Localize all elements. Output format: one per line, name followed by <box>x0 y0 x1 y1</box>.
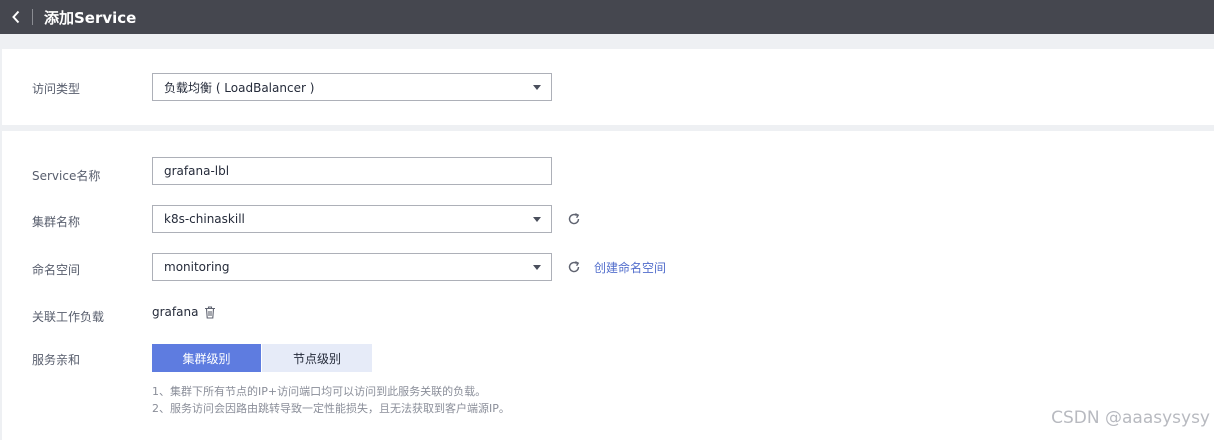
service-name-input[interactable]: grafana-lbl <box>152 157 552 185</box>
namespace-select[interactable]: monitoring <box>152 253 552 281</box>
top-bar: 添加Service <box>0 0 1214 34</box>
affinity-hint-1: 1、集群下所有节点的IP+访问端口均可以访问到此服务关联的负载。 <box>152 385 487 398</box>
refresh-icon[interactable] <box>567 260 581 274</box>
namespace-label: 命名空间 <box>32 263 81 277</box>
workload-value: grafana <box>152 305 199 319</box>
trash-icon[interactable] <box>204 305 216 319</box>
access-type-value: 负载均衡 ( LoadBalancer ) <box>164 80 315 95</box>
access-type-label: 访问类型 <box>32 82 81 96</box>
caret-down-icon <box>533 217 541 222</box>
affinity-hint-2: 2、服务访问会因路由跳转导致一定性能损失，且无法获取到客户端源IP。 <box>152 402 510 415</box>
cluster-name-value: k8s-chinaskill <box>164 212 245 226</box>
page-title: 添加Service <box>44 8 137 27</box>
watermark: CSDN @aaasysysy <box>1051 408 1210 428</box>
service-form-panel: Service名称 grafana-lbl 集群名称 k8s-chinaskil… <box>2 131 1214 440</box>
affinity-option-cluster[interactable]: 集群级别 <box>152 344 261 372</box>
namespace-value: monitoring <box>164 260 230 274</box>
affinity-label: 服务亲和 <box>32 353 81 367</box>
access-type-select[interactable]: 负载均衡 ( LoadBalancer ) <box>152 73 552 101</box>
service-name-label: Service名称 <box>32 169 101 183</box>
access-type-panel: 访问类型 负载均衡 ( LoadBalancer ) <box>2 49 1214 125</box>
chevron-left-icon <box>12 10 20 24</box>
cluster-name-label: 集群名称 <box>32 215 81 229</box>
workload-label: 关联工作负载 <box>32 310 105 324</box>
header-divider <box>32 9 33 25</box>
workload-value-group: grafana <box>152 305 216 319</box>
refresh-icon[interactable] <box>567 212 581 226</box>
cluster-name-select[interactable]: k8s-chinaskill <box>152 205 552 233</box>
create-namespace-link[interactable]: 创建命名空间 <box>594 259 666 276</box>
caret-down-icon <box>533 265 541 270</box>
caret-down-icon <box>533 85 541 90</box>
service-name-value: grafana-lbl <box>164 164 230 178</box>
back-button[interactable] <box>0 0 32 34</box>
affinity-option-node[interactable]: 节点级别 <box>262 344 372 372</box>
